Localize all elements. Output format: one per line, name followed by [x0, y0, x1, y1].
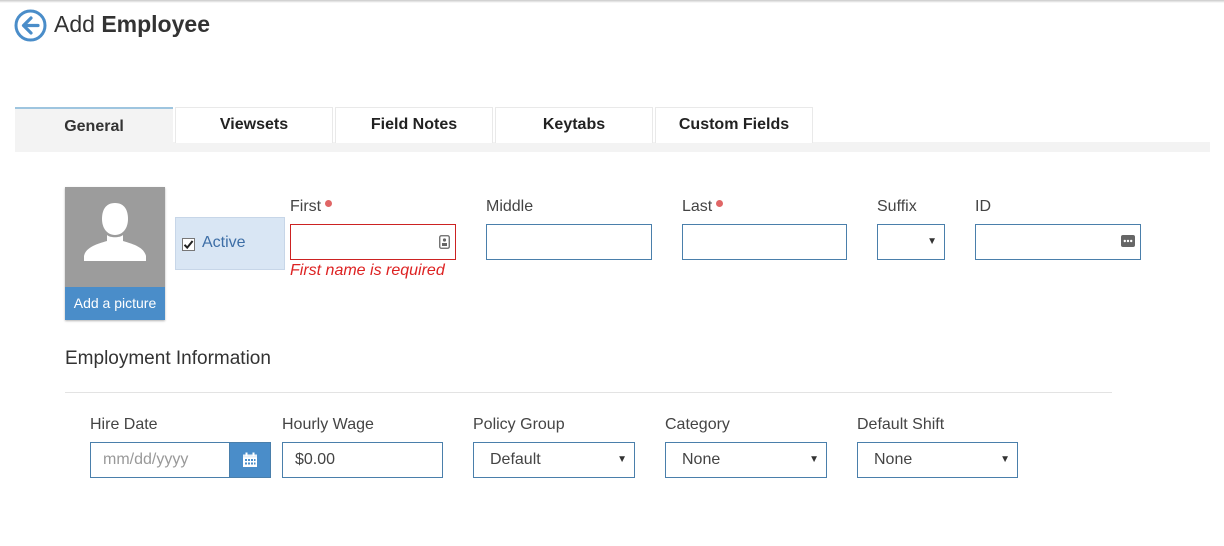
section-divider	[65, 392, 1112, 393]
back-arrow-icon[interactable]	[14, 9, 47, 42]
page-title: Add Employee	[54, 11, 210, 38]
chevron-down-icon: ▼	[617, 454, 627, 465]
add-picture-button[interactable]: Add a picture	[65, 287, 165, 320]
active-label: Active	[202, 234, 246, 251]
category-select[interactable]: None ▼	[665, 442, 827, 478]
first-name-input[interactable]	[290, 224, 456, 260]
hourly-wage-label: Hourly Wage	[282, 416, 374, 433]
chevron-down-icon: ▼	[927, 236, 937, 247]
page-title-bold: Employee	[101, 11, 210, 37]
first-name-label: First	[290, 198, 333, 216]
calendar-button[interactable]	[229, 442, 271, 478]
tab-custom-fields[interactable]: Custom Fields	[655, 107, 813, 143]
policy-group-select[interactable]: Default ▼	[473, 442, 635, 478]
policy-group-label: Policy Group	[473, 416, 565, 433]
suffix-label: Suffix	[877, 198, 917, 215]
employment-section-title: Employment Information	[65, 348, 271, 369]
required-indicator	[716, 200, 724, 207]
employee-photo: Add a picture	[65, 187, 165, 320]
id-input[interactable]	[975, 224, 1141, 260]
active-checkbox[interactable]	[182, 238, 195, 251]
default-shift-select[interactable]: None ▼	[857, 442, 1018, 478]
middle-name-input[interactable]	[486, 224, 652, 260]
tab-strip	[15, 142, 1210, 152]
last-name-label: Last	[682, 198, 724, 216]
hire-date-input[interactable]: mm/dd/yyyy	[90, 442, 230, 478]
tab-viewsets[interactable]: Viewsets	[175, 107, 333, 143]
last-name-input[interactable]	[682, 224, 847, 260]
calendar-icon	[243, 452, 257, 467]
first-name-error: First name is required	[290, 262, 445, 279]
chevron-down-icon: ▼	[809, 454, 819, 465]
checkmark-icon	[183, 240, 194, 250]
required-indicator	[325, 200, 333, 207]
default-shift-label: Default Shift	[857, 416, 945, 433]
hourly-wage-input[interactable]: $0.00	[282, 442, 443, 478]
tab-keytabs[interactable]: Keytabs	[495, 107, 653, 143]
suffix-select[interactable]: ▼	[877, 224, 945, 260]
id-card-icon	[439, 235, 450, 249]
tab-general[interactable]: General	[15, 107, 173, 152]
page-title-prefix: Add	[54, 11, 95, 37]
active-toggle: Active	[175, 217, 285, 270]
more-options-icon[interactable]	[1121, 235, 1135, 247]
tab-field-notes[interactable]: Field Notes	[335, 107, 493, 143]
person-silhouette-icon	[84, 203, 146, 261]
chevron-down-icon: ▼	[1000, 454, 1010, 465]
hire-date-label: Hire Date	[90, 416, 158, 433]
category-label: Category	[665, 416, 730, 433]
top-shadow	[0, 0, 1224, 3]
id-label: ID	[975, 198, 991, 215]
hire-date-placeholder: mm/dd/yyyy	[103, 451, 189, 468]
middle-name-label: Middle	[486, 198, 534, 215]
